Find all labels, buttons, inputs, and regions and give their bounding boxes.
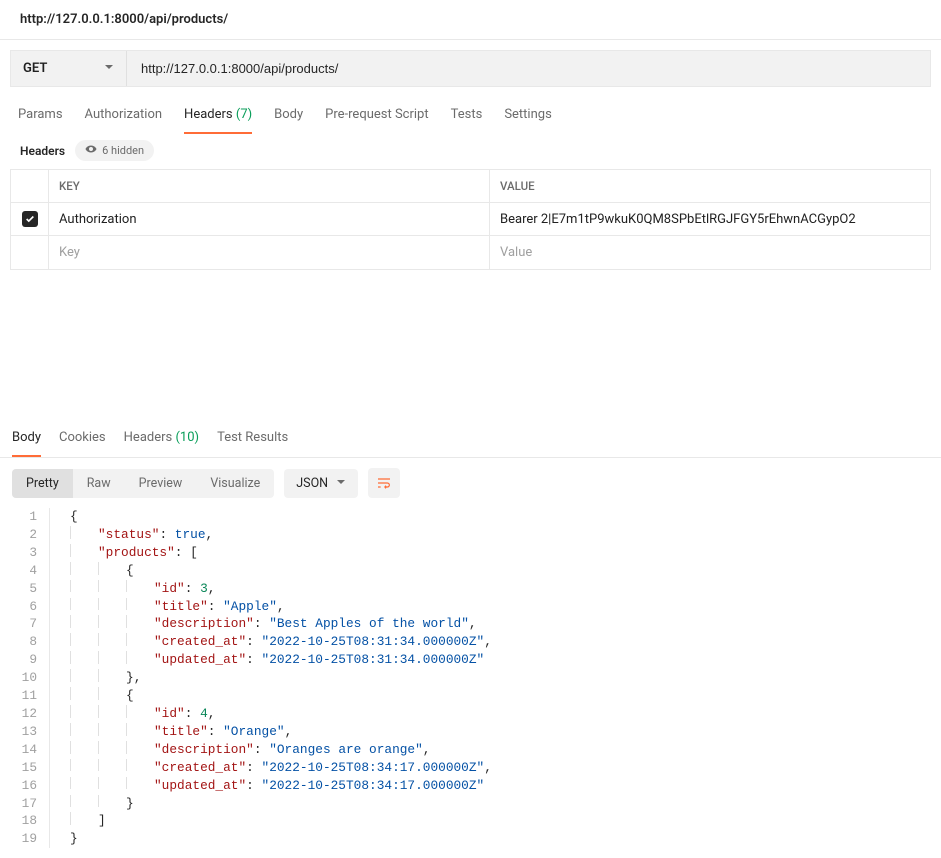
eye-icon — [85, 143, 97, 158]
headers-subbar: Headers 6 hidden — [0, 134, 941, 169]
response-body-viewer[interactable]: 12345678910111213141516171819 {"status":… — [0, 508, 941, 858]
header-value-input[interactable]: Value — [490, 236, 930, 269]
resp-tab-cookies[interactable]: Cookies — [59, 420, 106, 457]
format-label: JSON — [296, 476, 328, 491]
tab-headers-label: Headers — [184, 107, 233, 122]
table-row: Key Value — [11, 236, 930, 269]
tab-tests[interactable]: Tests — [451, 97, 483, 134]
tab-settings[interactable]: Settings — [504, 97, 551, 134]
value-column-header: VALUE — [490, 170, 930, 202]
wrap-lines-button[interactable] — [368, 468, 400, 498]
http-method-select[interactable]: GET — [11, 51, 127, 86]
header-enabled-checkbox[interactable] — [22, 211, 38, 227]
resp-headers-count: (10) — [175, 430, 199, 445]
header-key-cell[interactable]: Authorization — [49, 203, 490, 235]
request-tabs: Params Authorization Headers (7) Body Pr… — [0, 97, 941, 134]
chevron-down-icon — [336, 476, 346, 491]
headers-section-label: Headers — [20, 144, 65, 158]
resp-headers-label: Headers — [124, 430, 173, 445]
json-code: {"status": true,"products": [{"id": 3,"t… — [50, 508, 492, 848]
hidden-headers-toggle[interactable]: 6 hidden — [75, 140, 154, 161]
line-number-gutter: 12345678910111213141516171819 — [0, 508, 50, 848]
view-preview-button[interactable]: Preview — [125, 469, 197, 498]
key-column-header: KEY — [49, 170, 490, 202]
chevron-down-icon — [104, 61, 114, 76]
http-method-label: GET — [23, 61, 47, 76]
table-row: Authorization Bearer 2|E7m1tP9wkuK0QM8SP… — [11, 203, 930, 236]
header-value-cell[interactable]: Bearer 2|E7m1tP9wkuK0QM8SPbEtlRGJFGY5rEh… — [490, 203, 930, 235]
view-pretty-button[interactable]: Pretty — [12, 469, 73, 498]
request-url-input[interactable] — [127, 51, 930, 86]
tab-params[interactable]: Params — [18, 97, 63, 134]
resp-tab-headers[interactable]: Headers (10) — [124, 420, 199, 457]
response-tabs: Body Cookies Headers (10) Test Results — [0, 420, 941, 458]
headers-table: KEY VALUE Authorization Bearer 2|E7m1tP9… — [10, 169, 931, 270]
resp-tab-body[interactable]: Body — [12, 420, 41, 457]
request-url-bar: GET — [10, 50, 931, 87]
header-key-input[interactable]: Key — [49, 236, 490, 269]
tab-authorization[interactable]: Authorization — [85, 97, 163, 134]
tab-prerequest[interactable]: Pre-request Script — [325, 97, 428, 134]
wrap-icon — [376, 475, 392, 491]
request-tab-title[interactable]: http://127.0.0.1:8000/api/products/ — [0, 0, 941, 40]
format-select[interactable]: JSON — [284, 469, 358, 498]
tab-body[interactable]: Body — [274, 97, 303, 134]
tab-headers-count: (7) — [236, 107, 252, 122]
response-body-toolbar: Pretty Raw Preview Visualize JSON — [0, 458, 941, 508]
view-visualize-button[interactable]: Visualize — [196, 469, 274, 498]
resp-tab-test-results[interactable]: Test Results — [217, 420, 288, 457]
hidden-headers-count: 6 hidden — [102, 144, 144, 157]
view-mode-buttons: Pretty Raw Preview Visualize — [12, 469, 274, 498]
tab-headers[interactable]: Headers (7) — [184, 97, 252, 134]
view-raw-button[interactable]: Raw — [73, 469, 125, 498]
headers-table-header: KEY VALUE — [11, 170, 930, 203]
